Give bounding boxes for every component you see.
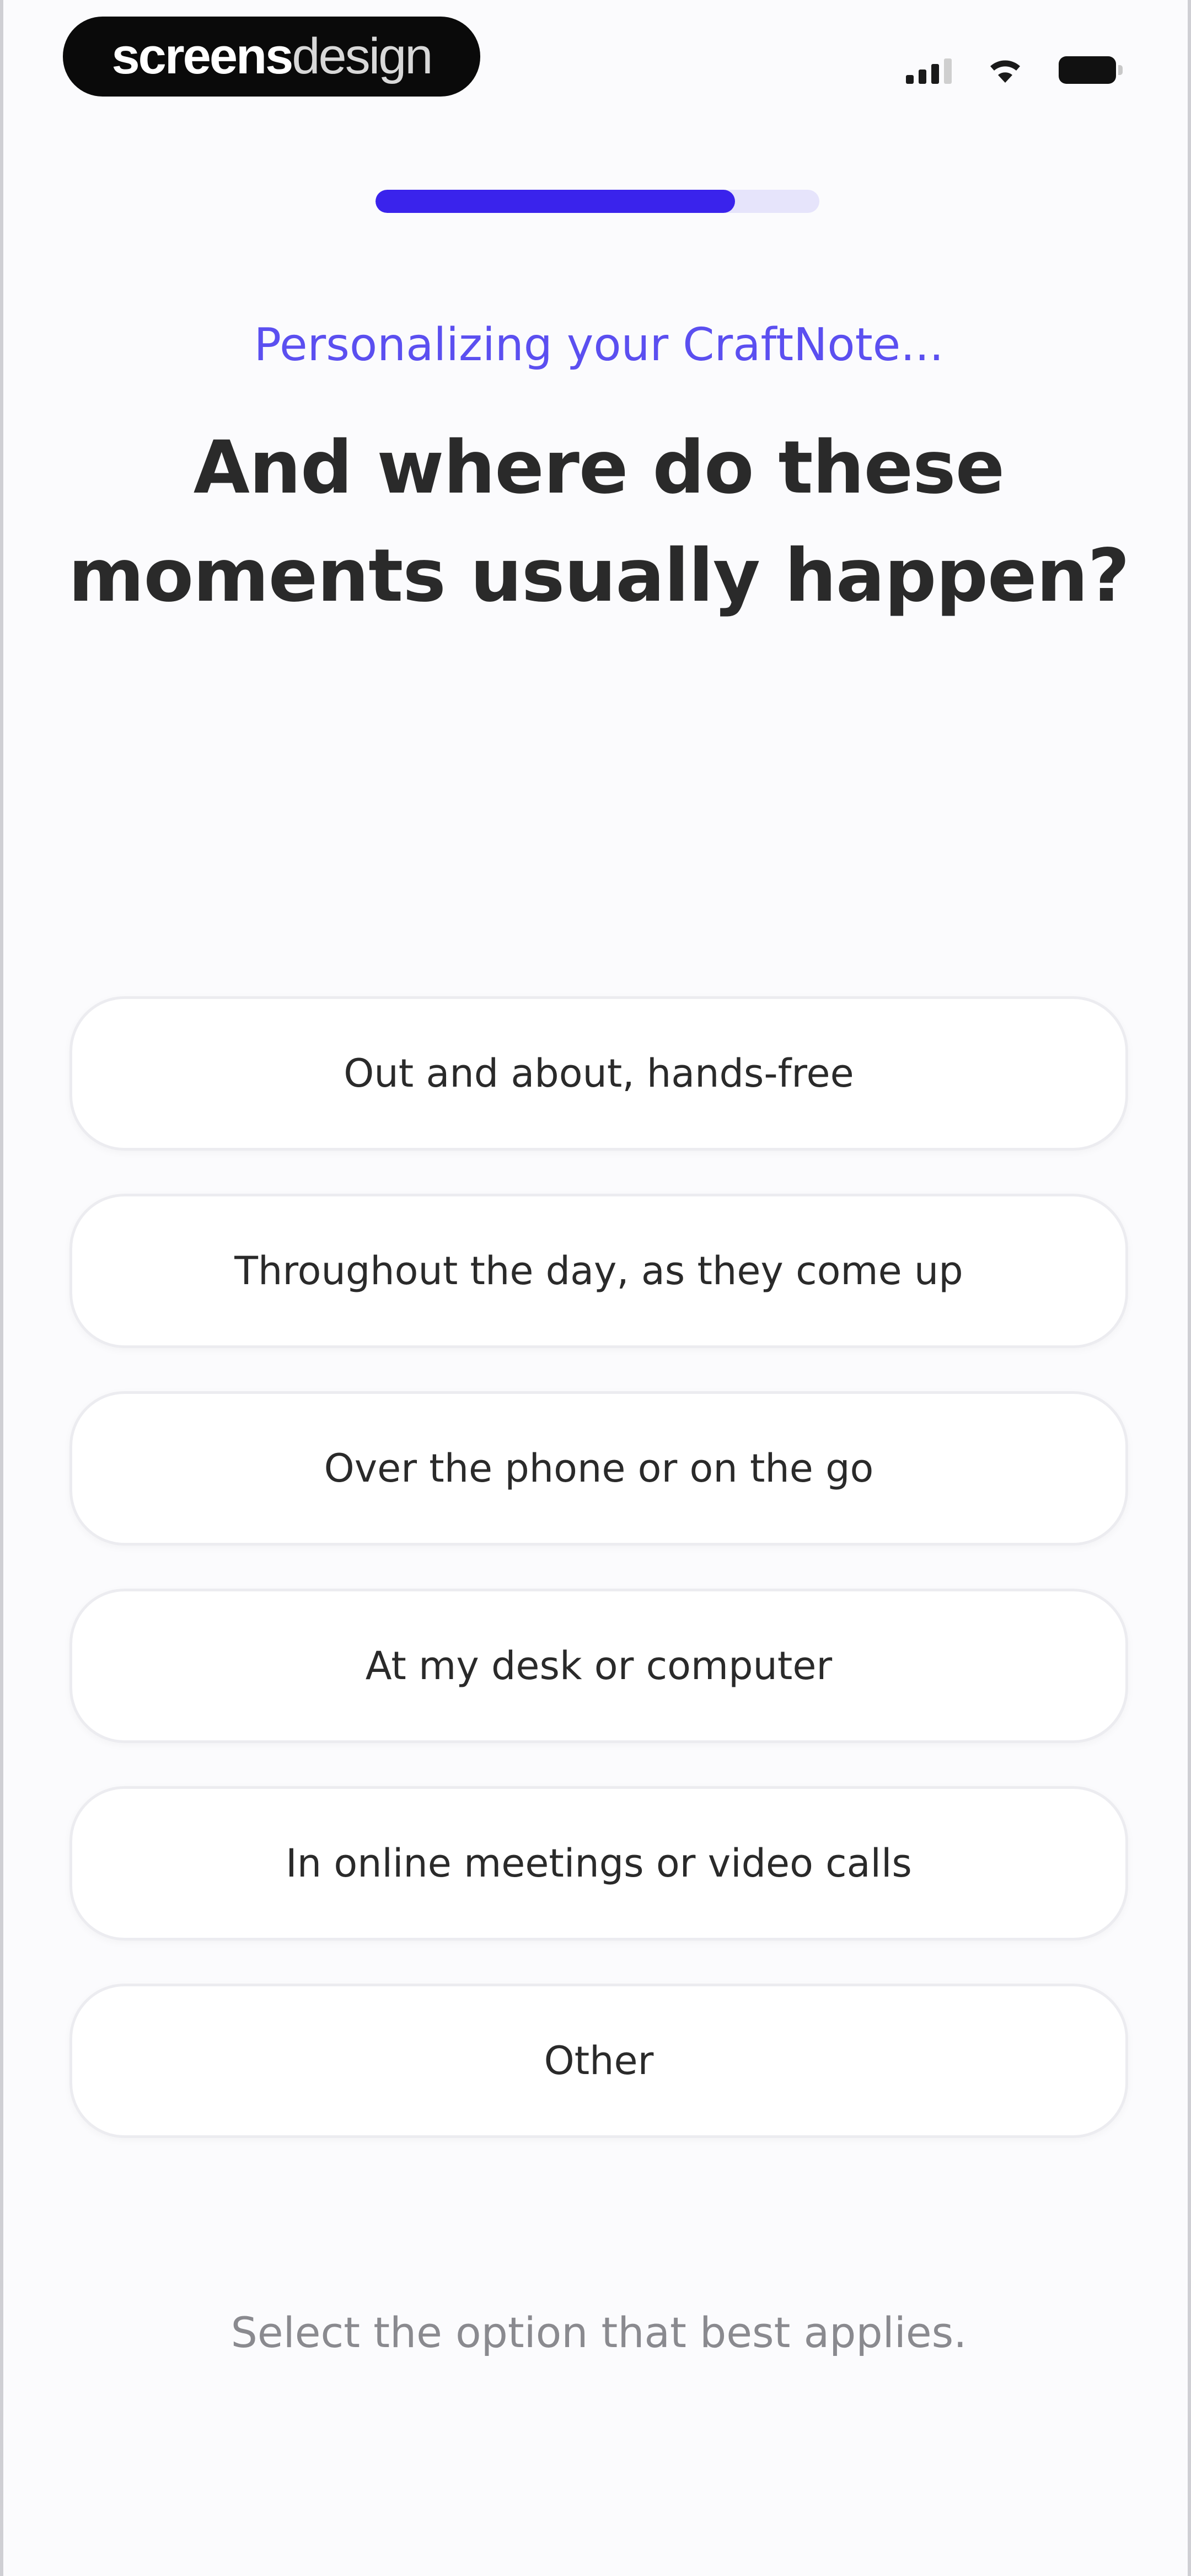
personalizing-subtitle: Personalizing your CraftNote... xyxy=(254,319,944,371)
onboarding-progress-bar xyxy=(375,190,819,213)
signal-icon xyxy=(906,57,952,84)
option-online-meetings[interactable]: In online meetings or video calls xyxy=(69,1786,1128,1941)
status-icons xyxy=(906,51,1123,84)
question-title: And where do these moments usually happe… xyxy=(68,425,1130,618)
wifi-icon xyxy=(990,60,1020,83)
badge-text-part2: design xyxy=(292,28,433,84)
option-other[interactable]: Other xyxy=(69,1984,1128,2138)
selection-hint: Select the option that best applies. xyxy=(230,2308,967,2357)
answer-options: Out and about, hands-free Throughout the… xyxy=(69,996,1128,2138)
option-over-the-phone[interactable]: Over the phone or on the go xyxy=(69,1391,1128,1546)
option-at-my-desk[interactable]: At my desk or computer xyxy=(69,1589,1128,1743)
screensdesign-badge: screens design xyxy=(63,17,480,97)
onboarding-screen: screens design Personalizing your CraftNo… xyxy=(0,0,1191,2576)
badge-text-part1: screens xyxy=(111,28,294,84)
progress-fill xyxy=(375,190,736,213)
battery-icon xyxy=(1059,56,1123,84)
option-out-and-about[interactable]: Out and about, hands-free xyxy=(69,996,1128,1151)
option-throughout-the-day[interactable]: Throughout the day, as they come up xyxy=(69,1194,1128,1348)
